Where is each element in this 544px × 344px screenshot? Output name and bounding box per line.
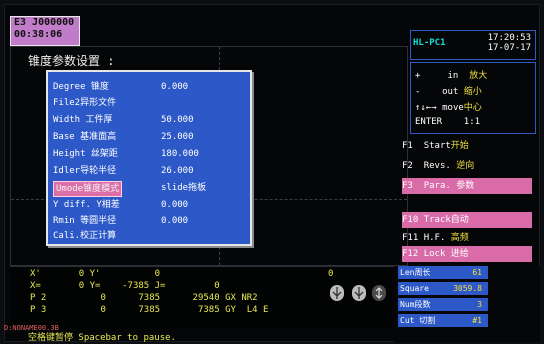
status-line-2: 00:38:06 — [14, 29, 63, 40]
param-row-ydiff[interactable]: Y diff. Y相差 0.000 — [53, 198, 188, 212]
stat-num-segments: Num段数 3 — [398, 298, 488, 311]
zoom-in-control[interactable]: + in 放大 — [415, 68, 487, 81]
pump-icon — [372, 285, 386, 301]
stats-panel: Len周长 61 Square 3059.8 Num段数 3 Cut 切割 #1 — [394, 266, 540, 342]
param-row-base[interactable]: Base 基准面高 25.000 — [53, 130, 194, 144]
system-header: HL-PC1 17:20:53 17-07-17 — [410, 30, 536, 60]
param-row-degree[interactable]: Degree 锥度 0.000 — [53, 80, 188, 94]
stat-length: Len周长 61 — [398, 266, 488, 279]
zoom-out-control[interactable]: - out 缩小 — [415, 84, 482, 97]
wire-feed-right-icon — [352, 285, 366, 301]
coordinate-readout: X' 0 Y' 0 0 X= 0 Y= -7385 J= 0 P 2 0 738… — [10, 266, 394, 329]
param-row-width[interactable]: Width 工件厚 50.000 — [53, 113, 194, 127]
f10-track-button[interactable]: F10 Track自动 — [402, 212, 532, 228]
stat-cut: Cut 切割 #1 — [398, 314, 488, 327]
status-line-1: E3 J000000 — [14, 17, 75, 28]
param-row-rmin[interactable]: Rmin 等圆半径 0.000 — [53, 214, 188, 228]
f12-lock-button[interactable]: F12 Lock 进给 — [402, 246, 532, 262]
f1-start-button[interactable]: F1 Start开始 — [402, 138, 532, 154]
zoom-panel: + in 放大 - out 缩小 ↑↓←→ move中心 ENTER 1:1 — [410, 62, 536, 134]
coord-line-1: X' 0 Y' 0 0 — [30, 269, 334, 279]
file-path: D:NONAME00.3B — [4, 324, 59, 332]
wire-feed-left-icon — [330, 285, 344, 301]
coord-line-3: P 2 0 7385 29540 GX NR2 — [30, 293, 258, 303]
param-row-umode[interactable]: Umode锥度模式 slide拖板 — [53, 181, 206, 197]
clock-time: 17:20:53 — [487, 33, 531, 43]
move-center-control[interactable]: ↑↓←→ move中心 — [415, 100, 482, 113]
coord-line-4: P 3 0 7385 7385 GY L4 E — [30, 305, 269, 315]
page-title: 锥度参数设置 : — [28, 54, 115, 68]
status-box: E3 J000000 00:38:06 — [10, 16, 80, 46]
stat-square: Square 3059.8 — [398, 282, 488, 295]
f11-hf-button[interactable]: F11 H.F. 高频 — [402, 230, 532, 246]
clock-date: 17-07-17 — [487, 43, 531, 53]
function-keys: F1 Start开始 F2 Revs. 逆向 F3 Para. 参数 F10 T… — [398, 136, 538, 266]
param-row-file2[interactable]: File2异形文件 — [53, 96, 116, 110]
coord-line-2: X= 0 Y= -7385 J= 0 — [30, 281, 220, 291]
f2-reverse-button[interactable]: F2 Revs. 逆向 — [402, 158, 532, 174]
f3-para-button[interactable]: F3 Para. 参数 — [402, 178, 532, 194]
system-label: HL-PC1 — [413, 38, 446, 48]
param-row-cali[interactable]: Cali.校正计算 — [53, 229, 116, 243]
param-row-height[interactable]: Height 丝架距 180.000 — [53, 147, 199, 161]
param-row-idler[interactable]: Idler导轮半径 26.000 — [53, 164, 194, 178]
screen: E3 J000000 00:38:06 锥度参数设置 : Degree 锥度 0.… — [0, 0, 544, 344]
taper-parameter-dialog: Degree 锥度 0.000 File2异形文件 Width 工件厚 50.000… — [46, 70, 252, 246]
enter-reset-control[interactable]: ENTER 1:1 — [415, 117, 480, 127]
